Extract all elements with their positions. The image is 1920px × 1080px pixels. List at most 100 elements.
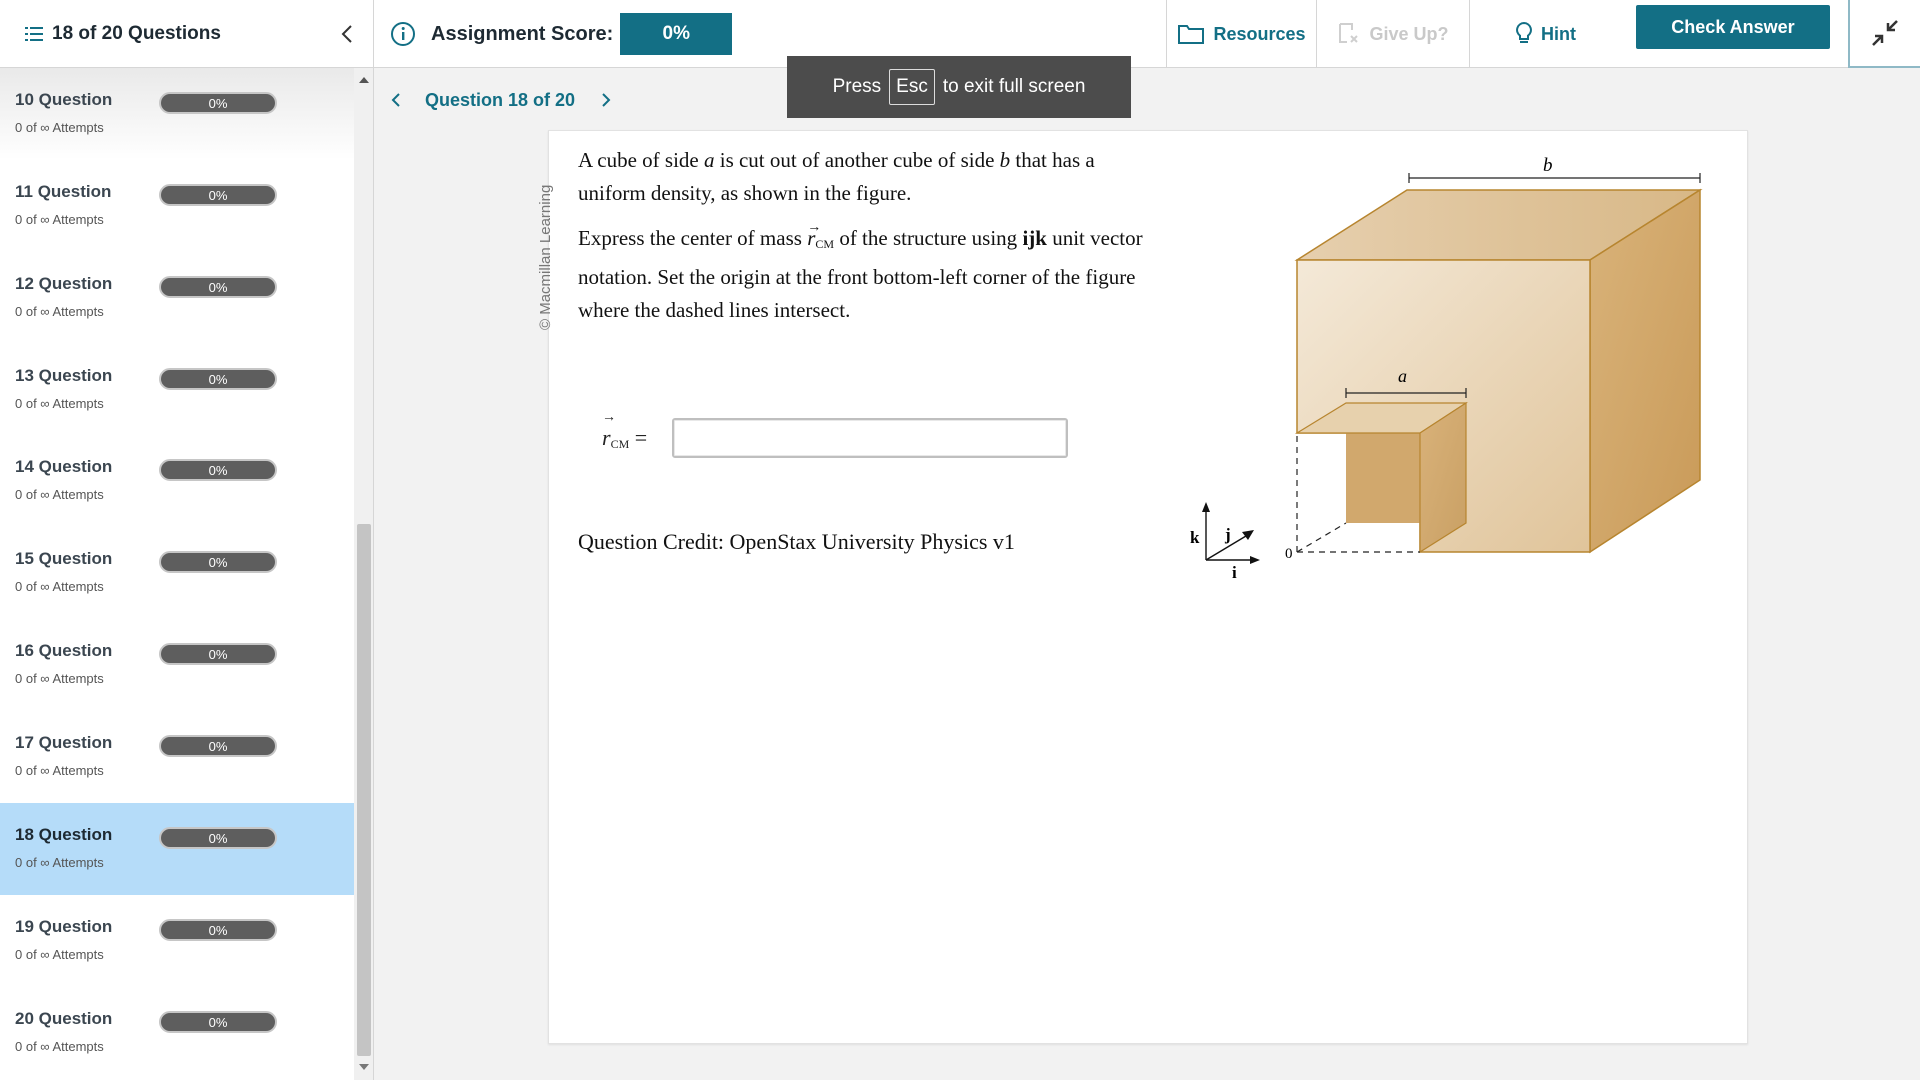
hint-label: Hint: [1541, 23, 1576, 44]
prompt-text: A cube of side: [578, 148, 704, 172]
question-score-pill: 0%: [159, 643, 277, 665]
question-title: 14 Question: [15, 457, 113, 476]
prompt-text: is cut out of another cube of side: [714, 148, 1000, 172]
question-score-pill: 0%: [159, 184, 277, 206]
question-score-pill: 0%: [159, 919, 277, 941]
prompt-text: of the structure using: [834, 226, 1023, 250]
axes-triad: [1202, 502, 1260, 564]
question-attempts: 0 of ∞ Attempts: [15, 579, 104, 594]
exit-fullscreen-icon: [1872, 20, 1898, 46]
answer-label: rCM =: [602, 425, 672, 452]
question-title: 12 Question: [15, 274, 113, 293]
chevron-right-icon: [602, 93, 611, 107]
question-attempts: 0 of ∞ Attempts: [15, 212, 104, 227]
question-score-pill: 0%: [159, 276, 277, 298]
sidebar-item-question-13[interactable]: 13 Question 0% 0 of ∞ Attempts: [0, 344, 354, 436]
ijk-notation: ijk: [1022, 226, 1047, 250]
axis-k-label: k: [1190, 528, 1200, 547]
cube-figure: b a 0 k j i: [1190, 155, 1703, 582]
question-attempts: 0 of ∞ Attempts: [15, 487, 104, 502]
give-up-button[interactable]: Give Up?: [1316, 0, 1469, 68]
copyright-watermark: © Macmillan Learning: [537, 184, 554, 330]
question-attempts: 0 of ∞ Attempts: [15, 763, 104, 778]
question-title: 16 Question: [15, 641, 113, 660]
variable-b: b: [999, 148, 1011, 172]
sidebar-item-question-10[interactable]: 10 Question 0% 0 of ∞ Attempts: [0, 68, 354, 160]
folder-icon: [1178, 25, 1205, 44]
question-title: 20 Question: [15, 1009, 113, 1028]
assignment-score: Assignment Score: 0%: [390, 0, 733, 68]
question-credit: Question Credit: OpenStax University Phy…: [578, 529, 1015, 554]
cm-subscript: CM: [610, 436, 630, 451]
label-a: a: [1398, 366, 1407, 386]
scrollbar-thumb[interactable]: [357, 524, 371, 1056]
r-vector-symbol: r: [807, 226, 815, 250]
prompt-text: Express the center of mass: [578, 226, 808, 250]
question-score-pill: 0%: [159, 368, 277, 390]
previous-question-button[interactable]: [385, 88, 407, 112]
question-score-pill: 0%: [159, 551, 277, 573]
question-position: Question 18 of 20: [425, 89, 576, 110]
question-title: 13 Question: [15, 366, 113, 385]
sidebar-item-question-16[interactable]: 16 Question 0% 0 of ∞ Attempts: [0, 619, 354, 711]
sidebar-item-question-20[interactable]: 20 Question 0% 0 of ∞ Attempts: [0, 987, 354, 1079]
question-score-pill: 0%: [159, 735, 277, 757]
question-title: 19 Question: [15, 917, 113, 936]
notice-text: Press: [832, 76, 882, 97]
sidebar-item-question-12[interactable]: 12 Question 0% 0 of ∞ Attempts: [0, 252, 354, 344]
question-score-pill: 0%: [159, 1011, 277, 1033]
chevron-left-icon: [391, 93, 400, 107]
question-title: 18 Question: [15, 825, 113, 844]
fullscreen-notice: Press Esc to exit full screen: [787, 56, 1131, 118]
resources-label: Resources: [1213, 23, 1306, 44]
question-list-header: 18 of 20 Questions: [0, 0, 374, 68]
hint-button[interactable]: Hint: [1469, 0, 1621, 68]
dimension-b: [1408, 173, 1701, 183]
info-icon[interactable]: [390, 21, 416, 47]
scroll-up-icon[interactable]: [359, 77, 369, 83]
equals-sign: =: [629, 424, 648, 450]
question-attempts: 0 of ∞ Attempts: [15, 855, 104, 870]
lightbulb-icon: [1516, 21, 1532, 43]
question-title: 11 Question: [15, 182, 112, 201]
question-attempts: 0 of ∞ Attempts: [15, 947, 104, 962]
axis-j-label: j: [1224, 525, 1231, 544]
sidebar-item-question-19[interactable]: 19 Question 0% 0 of ∞ Attempts: [0, 895, 354, 987]
sidebar-item-question-17[interactable]: 17 Question 0% 0 of ∞ Attempts: [0, 711, 354, 803]
answer-row: rCM =: [602, 418, 1068, 458]
esc-key-label: Esc: [889, 69, 935, 105]
question-attempts: 0 of ∞ Attempts: [15, 120, 104, 135]
question-attempts: 0 of ∞ Attempts: [15, 671, 104, 686]
question-prompt-2: Express the center of mass rCM of the st…: [578, 222, 1148, 327]
r-symbol: r: [602, 424, 611, 450]
notice-text: to exit full screen: [942, 76, 1086, 97]
origin-label: 0: [1285, 546, 1293, 562]
sidebar-scrollbar[interactable]: [354, 68, 374, 1080]
question-title: 17 Question: [15, 733, 113, 752]
sidebar-item-question-15[interactable]: 15 Question 0% 0 of ∞ Attempts: [0, 527, 354, 619]
question-attempts: 0 of ∞ Attempts: [15, 1039, 104, 1054]
r-vector-symbol: r: [602, 425, 611, 450]
sidebar-item-question-14[interactable]: 14 Question 0% 0 of ∞ Attempts: [0, 435, 354, 527]
question-prompt-1: A cube of side a is cut out of another c…: [578, 144, 1148, 210]
next-question-button[interactable]: [595, 88, 617, 112]
score-label: Assignment Score:: [431, 22, 614, 45]
chevron-left-icon: [341, 25, 352, 43]
cutout-back-wall: [1346, 433, 1420, 523]
sidebar-item-question-11[interactable]: 11 Question 0% 0 of ∞ Attempts: [0, 160, 354, 252]
question-score-pill: 0%: [159, 92, 277, 114]
question-attempts: 0 of ∞ Attempts: [15, 396, 104, 411]
label-b: b: [1543, 155, 1553, 176]
score-value: 0%: [620, 13, 733, 55]
scroll-down-icon[interactable]: [359, 1064, 369, 1070]
question-score-pill: 0%: [159, 827, 277, 849]
check-answer-button[interactable]: Check Answer: [1636, 5, 1830, 49]
exit-fullscreen-button[interactable]: [1848, 0, 1920, 68]
collapse-sidebar-button[interactable]: [335, 20, 359, 48]
list-icon: [25, 27, 43, 41]
question-score-pill: 0%: [159, 459, 277, 481]
resources-button[interactable]: Resources: [1166, 0, 1316, 68]
sidebar-item-question-18[interactable]: 18 Question 0% 0 of ∞ Attempts: [0, 803, 354, 895]
answer-input[interactable]: [672, 418, 1068, 458]
r-symbol: r: [807, 226, 816, 250]
